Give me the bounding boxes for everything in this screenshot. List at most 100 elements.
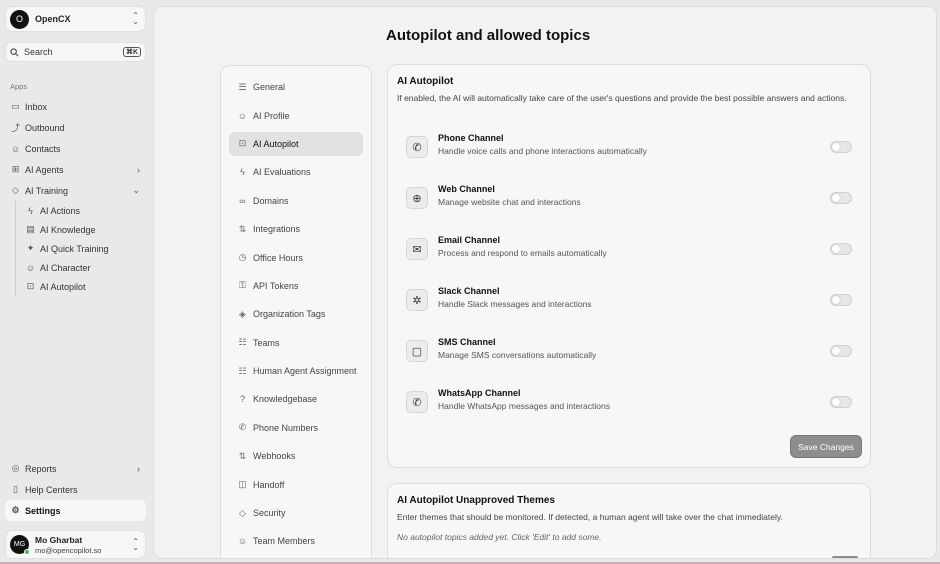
sidebar-item-label: AI Agents	[25, 164, 64, 175]
sidebar-item-inbox[interactable]: ▭ Inbox	[5, 96, 146, 117]
sidebar-item-reports[interactable]: ◎ Reports ›	[5, 458, 146, 479]
search-button[interactable]: Search ⌘K	[5, 42, 146, 62]
sidebar-item-help-centers[interactable]: ▯ Help Centers	[5, 479, 146, 500]
chevron-down-icon: ⌄	[132, 185, 140, 195]
toggle-knob	[832, 398, 840, 406]
sidebar-item-ai-knowledge[interactable]: ▤ AI Knowledge	[16, 220, 146, 239]
web-channel-toggle[interactable]	[830, 192, 852, 204]
settings-item-label: General	[253, 82, 286, 93]
key-icon: ⚿	[239, 280, 246, 291]
channel-name: WhatsApp Channel	[438, 388, 521, 398]
channel-name: Web Channel	[438, 184, 495, 194]
sidebar-item-label: Settings	[25, 505, 61, 516]
help-center-icon: ▯	[13, 484, 18, 494]
sidebar-item-ai-agents[interactable]: ⊞ AI Agents ›	[5, 159, 146, 180]
knowledge-icon: ▤	[26, 224, 35, 234]
mail-icon: ✉	[406, 238, 428, 260]
sidebar-item-label: AI Actions	[40, 205, 81, 216]
save-changes-button[interactable]: Save Changes	[790, 435, 862, 458]
toggle-knob	[832, 245, 840, 253]
bolt-icon: ϟ	[240, 167, 245, 178]
settings-item-ai-autopilot[interactable]: ⊡ AI Autopilot	[229, 131, 363, 156]
chevron-right-icon: ›	[137, 463, 140, 474]
channel-description: Handle Slack messages and interactions	[438, 299, 592, 309]
card-title: AI Autopilot Unapproved Themes	[397, 495, 555, 506]
ai-autopilot-card: AI Autopilot If enabled, the AI will aut…	[387, 64, 871, 468]
sparkle-icon: ✦	[26, 243, 35, 253]
ai-training-submenu: ϟ AI Actions ▤ AI Knowledge ✦ AI Quick Trai…	[15, 201, 146, 296]
settings-item-general[interactable]: ☰ General	[229, 73, 363, 101]
reports-icon: ◎	[11, 463, 20, 473]
webhook-icon: ⇅	[238, 450, 247, 461]
phone-icon: ✆	[406, 136, 428, 158]
edit-button[interactable]	[832, 556, 858, 558]
slack-channel-toggle[interactable]	[830, 294, 852, 306]
chevron-right-icon: ›	[137, 164, 140, 175]
tag-icon: ◈	[239, 308, 246, 319]
settings-item-label: AI Autopilot	[253, 138, 299, 149]
settings-item-domains[interactable]: ∞ Domains	[229, 187, 363, 215]
chevron-up-down-icon: ⌃ ⌄	[132, 536, 139, 552]
settings-item-organization-tags[interactable]: ◈ Organization Tags	[229, 300, 363, 328]
page-title: Autopilot and allowed topics	[386, 27, 591, 44]
sidebar-item-contacts[interactable]: ☺ Contacts	[5, 138, 146, 159]
contacts-icon: ☺	[10, 143, 21, 154]
settings-item-webhooks[interactable]: ⇅ Webhooks	[229, 442, 363, 470]
settings-item-label: Teams	[253, 337, 280, 348]
channel-row-slack: ✲ Slack Channel Handle Slack messages an…	[406, 282, 856, 322]
phone-channel-toggle[interactable]	[830, 141, 852, 153]
sms-channel-toggle[interactable]	[830, 345, 852, 357]
sidebar-item-outbound[interactable]: ⤴ Outbound	[5, 117, 146, 138]
channel-name: Phone Channel	[438, 133, 504, 143]
settings-item-human-agent-assignment[interactable]: ☷ Human Agent Assignment	[229, 357, 363, 385]
settings-item-label: Knowledgebase	[253, 394, 318, 405]
channel-row-phone: ✆ Phone Channel Handle voice calls and p…	[406, 129, 856, 169]
apps-section-label: Apps	[10, 82, 28, 91]
email-channel-toggle[interactable]	[830, 243, 852, 255]
ai-training-icon: ◇	[12, 185, 19, 195]
org-switcher[interactable]: O OpenCX ⌃ ⌄	[5, 6, 146, 32]
chevron-up-down-icon: ⌃ ⌄	[132, 11, 139, 26]
help-circle-icon: ?	[239, 394, 245, 405]
sidebar-item-ai-quick-training[interactable]: ✦ AI Quick Training	[16, 239, 146, 258]
sidebar-item-label: AI Knowledge	[40, 224, 96, 235]
settings-item-api-tokens[interactable]: ⚿ API Tokens	[229, 272, 363, 300]
sidebar-item-label: Contacts	[25, 143, 61, 154]
toggle-knob	[832, 194, 840, 202]
sidebar-item-settings[interactable]: ⚙ Settings	[5, 500, 146, 521]
gear-icon: ⚙	[11, 505, 20, 515]
settings-item-ai-profile[interactable]: ☺ AI Profile	[229, 101, 363, 129]
sidebar-item-label: Inbox	[25, 101, 48, 112]
card-description: If enabled, the AI will automatically ta…	[397, 93, 847, 103]
sidebar-item-ai-character[interactable]: ☺ AI Character	[16, 258, 146, 277]
whatsapp-channel-toggle[interactable]	[830, 396, 852, 408]
settings-item-integrations[interactable]: ⇅ Integrations	[229, 215, 363, 243]
unapproved-themes-card: AI Autopilot Unapproved Themes Enter the…	[387, 483, 871, 558]
sidebar-item-ai-autopilot[interactable]: ⊡ AI Autopilot	[16, 277, 146, 296]
settings-item-security[interactable]: ◇ Security	[229, 499, 363, 527]
settings-item-ai-evaluations[interactable]: ϟ AI Evaluations	[229, 158, 363, 186]
channel-name: Slack Channel	[438, 286, 500, 296]
clock-icon: ◷	[238, 252, 247, 263]
settings-item-handoff[interactable]: ◫ Handoff	[229, 470, 363, 498]
search-label: Search	[24, 47, 53, 57]
card-description: Enter themes that should be monitored. I…	[397, 512, 783, 522]
empty-topics-note: No autopilot topics added yet. Click 'Ed…	[397, 532, 602, 542]
autopilot-icon: ⊡	[238, 138, 247, 149]
teams-icon: ☷	[238, 337, 247, 348]
sidebar-item-ai-actions[interactable]: ϟ AI Actions	[16, 201, 146, 220]
settings-item-knowledgebase[interactable]: ? Knowledgebase	[229, 385, 363, 413]
settings-item-label: AI Profile	[253, 110, 290, 121]
settings-item-label: Security	[253, 508, 286, 519]
outbound-icon: ⤴	[10, 123, 20, 133]
user-menu[interactable]: MG Mo Gharbat mo@opencopilot.so ⌃ ⌄	[5, 530, 146, 559]
settings-item-office-hours[interactable]: ◷ Office Hours	[229, 243, 363, 271]
channel-description: Handle voice calls and phone interaction…	[438, 146, 647, 156]
settings-item-phone-numbers[interactable]: ✆ Phone Numbers	[229, 414, 363, 442]
channel-row-whatsapp: ✆ WhatsApp Channel Handle WhatsApp messa…	[406, 384, 856, 424]
sidebar-item-ai-training[interactable]: ◇ AI Training ⌄	[5, 180, 146, 201]
settings-item-team-members[interactable]: ☺ Team Members	[229, 527, 363, 555]
settings-item-label: Webhooks	[253, 451, 296, 462]
settings-item-teams[interactable]: ☷ Teams	[229, 329, 363, 357]
integrations-icon: ⇅	[238, 223, 247, 234]
